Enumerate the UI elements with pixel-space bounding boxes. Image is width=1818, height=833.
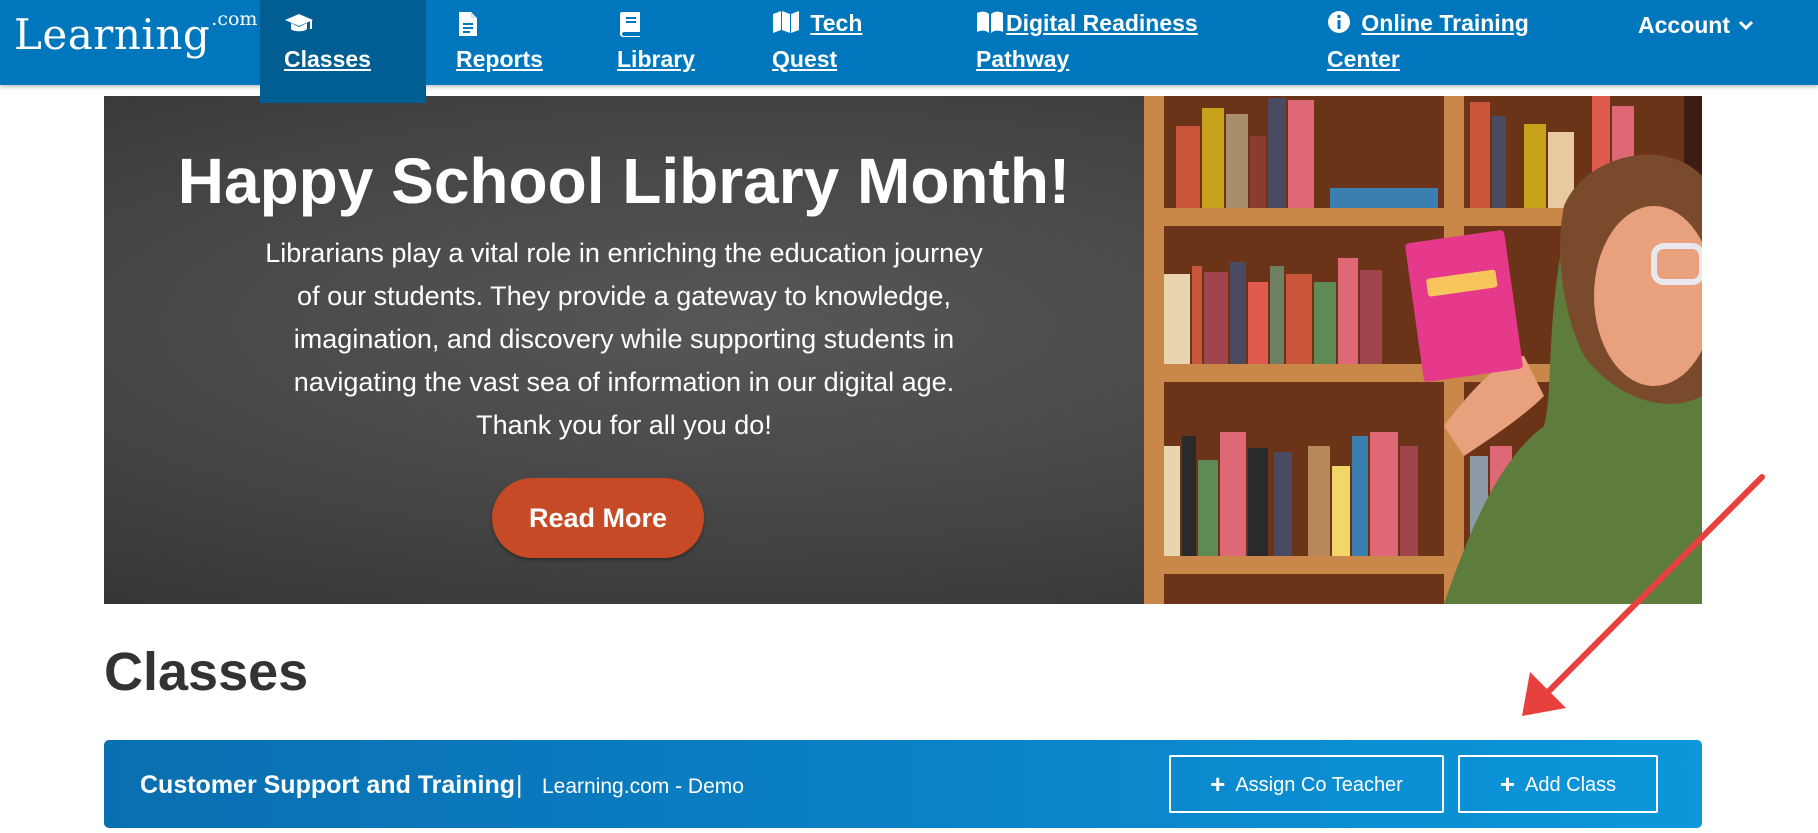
logo-text: Learning [14, 10, 211, 59]
nav-library-label: Library [617, 46, 695, 72]
nav-tech-quest[interactable]: Tech Quest [772, 0, 912, 85]
nav-tech-quest-label-line2: Quest [772, 46, 838, 72]
info-circle-icon [1327, 10, 1351, 34]
banner-body-line: Thank you for all you do! [476, 410, 772, 440]
plus-icon: + [1210, 769, 1226, 799]
nav-classes[interactable]: Classes [260, 0, 426, 103]
open-book-icon [976, 10, 1004, 34]
read-more-button[interactable]: Read More [492, 478, 704, 558]
nav-digital-readiness-label-line1: Digital Readiness [1006, 10, 1198, 36]
nav-reports-label: Reports [456, 46, 543, 72]
banner-body-line: navigating the vast sea of information i… [293, 367, 955, 397]
learning-com-logo[interactable]: Learning.com [14, 10, 257, 56]
banner-body-line: imagination, and discovery while support… [293, 324, 955, 354]
add-class-button[interactable]: + Add Class [1458, 755, 1658, 813]
document-icon [458, 5, 539, 41]
nav-online-training-center[interactable]: Online Training Center [1327, 0, 1557, 85]
logo-suffix: .com [211, 8, 258, 30]
page-title: Classes [104, 642, 309, 702]
banner-body: Librarians play a vital role in enrichin… [204, 232, 1044, 447]
nav-reports[interactable]: Reports [456, 0, 576, 85]
add-class-label: Add Class [1525, 774, 1617, 796]
plus-icon: + [1499, 769, 1516, 799]
class-group-header: Customer Support and Training | Learning… [104, 740, 1702, 828]
map-icon [772, 10, 800, 34]
top-navigation: Learning.com Classes Reports Library Tec… [0, 0, 1818, 103]
nav-library[interactable]: Library [617, 0, 727, 85]
banner-body-line: Librarians play a vital role in enrichin… [265, 238, 983, 268]
graduation-cap-icon [284, 5, 367, 41]
assign-co-teacher-button[interactable]: + Assign Co Teacher [1169, 755, 1444, 813]
nav-online-training-label-line1: Online Training [1361, 10, 1529, 36]
nav-digital-readiness-label-line2: Pathway [976, 46, 1070, 72]
nav-digital-readiness-pathway[interactable]: Digital Readiness Pathway [976, 0, 1236, 85]
nav-tech-quest-label-line1: Tech [810, 10, 863, 36]
library-illustration [1144, 96, 1702, 604]
banner-body-line: of our students. They provide a gateway … [297, 281, 951, 311]
chevron-down-icon [1738, 5, 1754, 41]
assign-co-teacher-label: Assign Co Teacher [1235, 774, 1403, 796]
account-menu[interactable]: Account [1638, 5, 1754, 43]
promo-banner: Happy School Library Month! Librarians p… [104, 96, 1702, 604]
nav-classes-label: Classes [284, 46, 371, 72]
class-group-organization: Learning.com - Demo [542, 775, 744, 798]
nav-online-training-label-line2: Center [1327, 46, 1400, 72]
class-group-name: Customer Support and Training [140, 771, 516, 799]
book-icon [620, 5, 691, 41]
account-label: Account [1638, 12, 1730, 38]
banner-title: Happy School Library Month! [177, 145, 1071, 217]
class-group-separator: | [516, 771, 523, 799]
